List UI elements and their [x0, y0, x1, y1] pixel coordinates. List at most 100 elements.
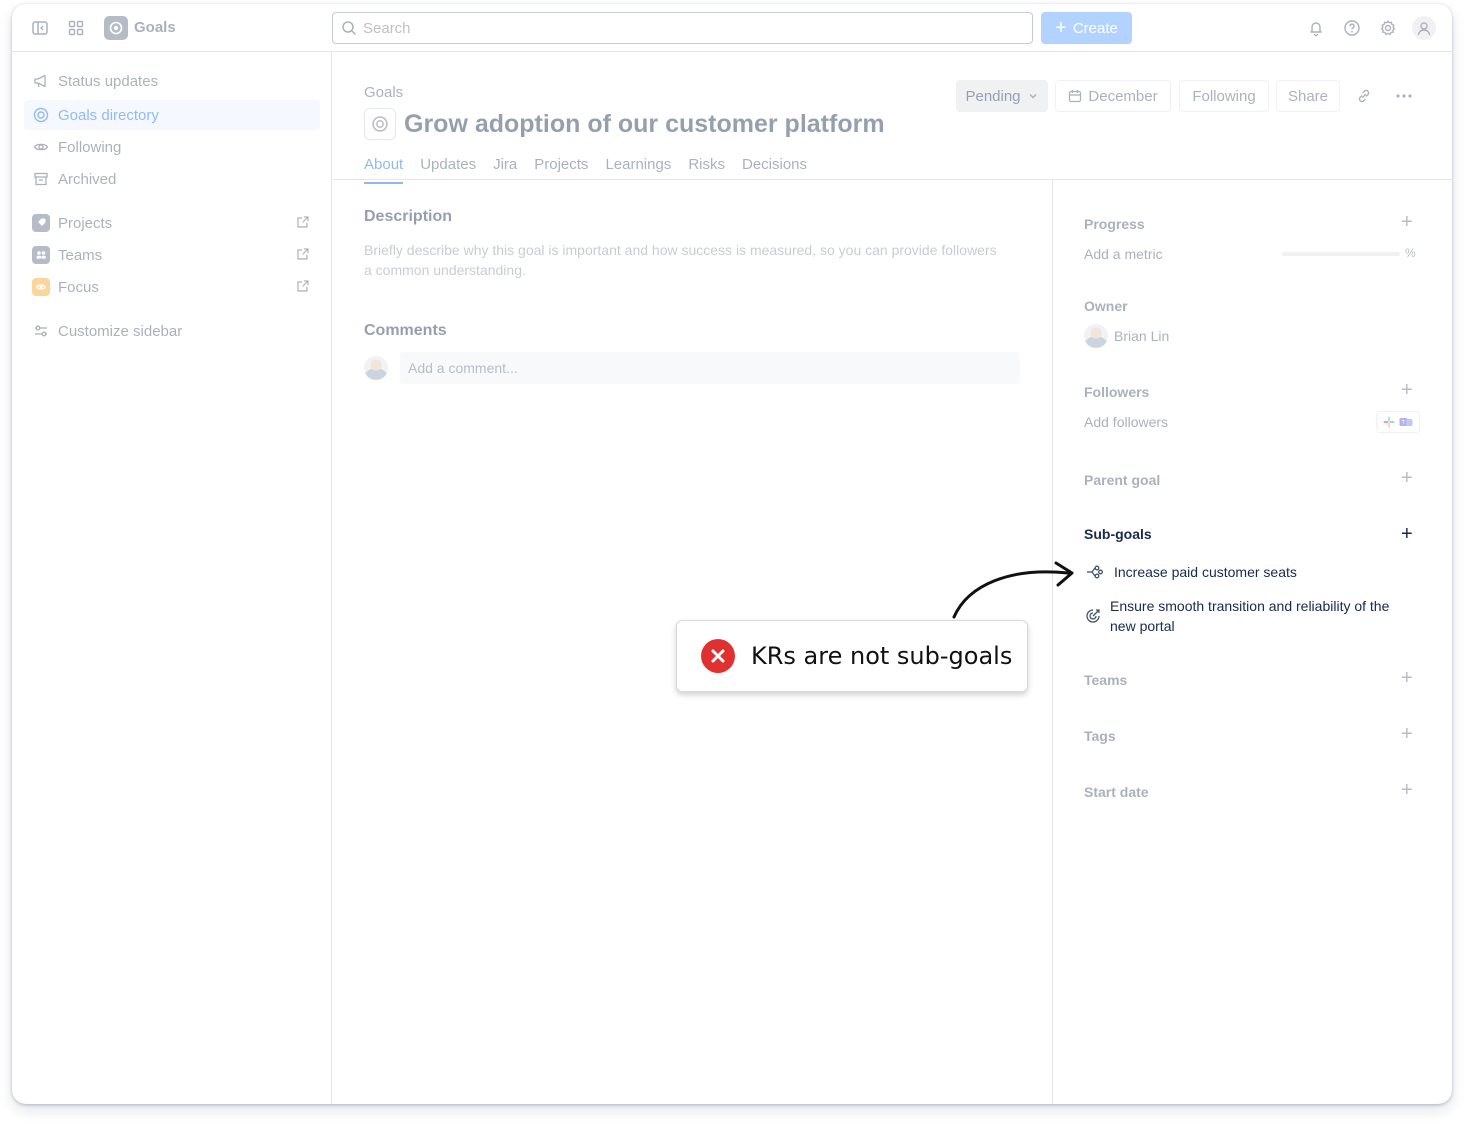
sidebar-item-label: Customize sidebar — [58, 322, 183, 340]
annotation-arrow — [952, 561, 1074, 619]
error-x-icon — [701, 639, 735, 673]
sidebar-item-label: Status updates — [58, 72, 159, 90]
sidebar-item-focus[interactable]: Focus — [24, 272, 320, 302]
integrations-button[interactable]: T — [1376, 411, 1420, 433]
sliders-icon — [32, 322, 50, 340]
tab-updates[interactable]: Updates — [420, 156, 476, 180]
subgoals-label: Sub-goals — [1084, 526, 1152, 542]
sidebar-item-label: Archived — [58, 170, 117, 188]
owner-label: Owner — [1084, 298, 1128, 314]
add-subgoal-plus-icon[interactable]: + — [1401, 524, 1413, 544]
followers-label: Followers — [1084, 384, 1150, 400]
search-icon — [342, 21, 357, 36]
external-link-icon[interactable] — [296, 279, 310, 297]
tab-projects[interactable]: Projects — [534, 156, 588, 180]
sidebar-item-customize[interactable]: Customize sidebar — [24, 316, 320, 346]
sidebar-item-label: Goals directory — [58, 106, 159, 124]
progress-unit: % — [1405, 246, 1416, 260]
external-link-icon[interactable] — [296, 247, 310, 265]
sidebar-toggle-icon[interactable] — [28, 16, 52, 40]
status-dropdown[interactable]: Pending — [956, 80, 1048, 112]
app-switcher-icon[interactable] — [64, 16, 88, 40]
teams-app-icon: T — [1399, 418, 1413, 427]
sidebar-item-status-updates[interactable]: Status updates — [24, 66, 320, 96]
following-button[interactable]: Following — [1179, 80, 1269, 112]
tags-label: Tags — [1084, 728, 1116, 744]
add-parent-goal-plus-icon[interactable]: + — [1401, 468, 1413, 488]
search-field[interactable] — [363, 19, 1003, 37]
progress-label: Progress — [1084, 216, 1145, 232]
sidebar-item-label: Focus — [58, 278, 99, 296]
goals-logo-icon[interactable] — [104, 16, 128, 40]
start-date-label: Start date — [1084, 784, 1149, 800]
app-name[interactable]: Goals — [134, 19, 176, 36]
add-progress-plus-icon[interactable]: + — [1401, 212, 1413, 232]
archive-icon — [32, 170, 50, 188]
profile-avatar-icon[interactable] — [1412, 16, 1436, 40]
following-label: Following — [1192, 87, 1256, 105]
user-avatar — [364, 356, 388, 380]
megaphone-icon — [32, 72, 50, 90]
more-actions-button[interactable] — [1388, 80, 1420, 112]
target-date-button[interactable]: December — [1055, 80, 1171, 112]
owner-avatar — [1084, 324, 1108, 348]
add-team-plus-icon[interactable]: + — [1401, 668, 1413, 688]
tab-learnings[interactable]: Learnings — [605, 156, 671, 180]
create-label: Create — [1072, 19, 1118, 37]
branch-goal-icon — [1084, 562, 1106, 582]
sidebar-item-label: Projects — [58, 214, 113, 232]
subgoal-item[interactable]: Increase paid customer seats — [1084, 562, 1297, 582]
sidebar-item-teams[interactable]: Teams — [24, 240, 320, 270]
description-heading: Description — [364, 208, 453, 225]
sidebar-item-projects[interactable]: Projects — [24, 208, 320, 238]
sidebar-item-archived[interactable]: Archived — [24, 164, 320, 194]
share-label: Share — [1287, 87, 1329, 105]
subgoal-item[interactable]: Ensure smooth transition and reliability… — [1084, 596, 1394, 636]
breadcrumb[interactable]: Goals — [364, 84, 403, 101]
help-icon[interactable] — [1340, 16, 1364, 40]
settings-gear-icon[interactable] — [1376, 16, 1400, 40]
slack-icon — [1383, 416, 1395, 428]
sidebar-item-following[interactable]: Following — [24, 132, 320, 162]
top-navigation: Goals + Create — [12, 4, 1452, 52]
people-icon — [32, 246, 50, 264]
progress-bar — [1282, 252, 1400, 256]
sidebar-item-label: Following — [58, 138, 122, 156]
app-window: Goals + Create — [12, 4, 1452, 1104]
link-icon — [1358, 89, 1370, 103]
date-label: December — [1088, 87, 1158, 105]
search-input[interactable] — [332, 12, 1033, 44]
description-placeholder[interactable]: Briefly describe why this goal is import… — [364, 240, 1004, 280]
add-start-date-plus-icon[interactable]: + — [1401, 780, 1413, 800]
owner-name[interactable]: Brian Lin — [1114, 328, 1169, 344]
sidebar-item-label: Teams — [58, 246, 103, 264]
eye-icon — [32, 138, 50, 156]
svg-text:T: T — [1401, 421, 1405, 427]
create-button[interactable]: + Create — [1041, 12, 1132, 44]
tab-bar: About Updates Jira Projects Learnings Ri… — [364, 156, 807, 184]
callout-text: KRs are not sub-goals — [751, 642, 1013, 670]
add-metric-link[interactable]: Add a metric — [1084, 246, 1163, 262]
tab-risks[interactable]: Risks — [688, 156, 725, 180]
sidebar-item-goals-directory[interactable]: Goals directory — [24, 100, 320, 130]
external-link-icon[interactable] — [296, 215, 310, 233]
share-button[interactable]: Share — [1276, 80, 1340, 112]
goal-target-icon[interactable] — [364, 108, 396, 140]
annotation-callout: KRs are not sub-goals — [676, 620, 1028, 692]
tab-jira[interactable]: Jira — [493, 156, 517, 180]
notifications-bell-icon[interactable] — [1304, 16, 1328, 40]
tab-about[interactable]: About — [364, 156, 404, 184]
comments-heading: Comments — [364, 322, 447, 339]
rocket-icon — [32, 214, 50, 232]
comment-input[interactable]: Add a comment... — [400, 352, 1020, 384]
subgoal-label: Ensure smooth transition and reliability… — [1110, 598, 1390, 634]
page-title[interactable]: Grow adoption of our customer platform — [404, 110, 885, 139]
sidebar: Status updates Goals directory Following… — [12, 52, 332, 1104]
tab-decisions[interactable]: Decisions — [742, 156, 807, 180]
add-followers-plus-icon[interactable]: + — [1401, 380, 1413, 400]
status-label: Pending — [965, 87, 1021, 105]
copy-link-button[interactable] — [1348, 80, 1380, 112]
main-content: Goals Grow adoption of our customer plat… — [333, 52, 1452, 1104]
add-followers-link[interactable]: Add followers — [1084, 414, 1168, 430]
add-tag-plus-icon[interactable]: + — [1401, 724, 1413, 744]
